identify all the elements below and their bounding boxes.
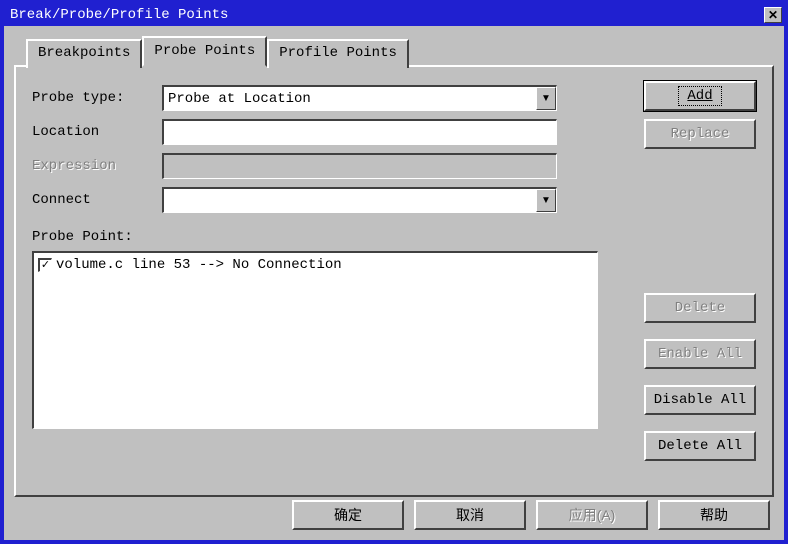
client-area: Breakpoints Probe Points Profile Points … xyxy=(4,26,784,540)
connect-combo[interactable]: ▼ xyxy=(162,187,557,213)
ok-button[interactable]: 确定 xyxy=(292,500,404,530)
expression-input xyxy=(162,153,557,179)
tab-profile-points[interactable]: Profile Points xyxy=(267,39,409,68)
delete-button[interactable]: Delete xyxy=(644,293,756,323)
tab-probe-points[interactable]: Probe Points xyxy=(142,36,267,67)
location-input[interactable] xyxy=(162,119,557,145)
bottom-button-bar: 确定 取消 应用(A) 帮助 xyxy=(292,500,770,530)
probe-type-value: Probe at Location xyxy=(164,87,536,110)
window-title: Break/Probe/Profile Points xyxy=(10,7,228,23)
enable-all-button[interactable]: Enable All xyxy=(644,339,756,369)
tab-breakpoints[interactable]: Breakpoints xyxy=(26,39,142,68)
replace-button[interactable]: Replace xyxy=(644,119,756,149)
chevron-down-icon: ▼ xyxy=(541,195,551,206)
right-button-group-1: Add Replace xyxy=(644,81,756,157)
label-connect: Connect xyxy=(32,192,162,208)
help-button[interactable]: 帮助 xyxy=(658,500,770,530)
list-item[interactable]: ✓ volume.c line 53 --> No Connection xyxy=(38,257,593,273)
probe-type-dropdown-button[interactable]: ▼ xyxy=(536,87,556,110)
label-expression: Expression xyxy=(32,158,162,174)
tab-label: Profile Points xyxy=(279,45,397,61)
close-icon: ✕ xyxy=(768,8,778,22)
label-probe-point-list: Probe Point: xyxy=(32,229,756,245)
list-item-text: volume.c line 53 --> No Connection xyxy=(56,257,342,273)
right-button-group-2: Delete Enable All Disable All Delete All xyxy=(644,293,756,469)
titlebar[interactable]: Break/Probe/Profile Points ✕ xyxy=(4,4,784,26)
tab-strip: Breakpoints Probe Points Profile Points xyxy=(26,36,774,65)
disable-all-button[interactable]: Disable All xyxy=(644,385,756,415)
chevron-down-icon: ▼ xyxy=(541,93,551,104)
tab-label: Probe Points xyxy=(154,43,255,59)
probe-type-combo[interactable]: Probe at Location ▼ xyxy=(162,85,557,111)
label-location: Location xyxy=(32,124,162,140)
close-button[interactable]: ✕ xyxy=(764,7,782,23)
row-connect: Connect ▼ xyxy=(32,187,756,213)
label-probe-type: Probe type: xyxy=(32,90,162,106)
check-icon[interactable]: ✓ xyxy=(38,258,52,272)
dialog-window: Break/Probe/Profile Points ✕ Breakpoints… xyxy=(2,2,786,542)
add-button[interactable]: Add xyxy=(644,81,756,111)
delete-all-button[interactable]: Delete All xyxy=(644,431,756,461)
probe-point-list[interactable]: ✓ volume.c line 53 --> No Connection xyxy=(32,251,598,429)
connect-dropdown-button[interactable]: ▼ xyxy=(536,189,556,212)
cancel-button[interactable]: 取消 xyxy=(414,500,526,530)
tab-label: Breakpoints xyxy=(38,45,130,61)
apply-button[interactable]: 应用(A) xyxy=(536,500,648,530)
tabpanel-probe: Probe type: Probe at Location ▼ Location… xyxy=(14,65,774,497)
connect-value xyxy=(164,189,536,212)
